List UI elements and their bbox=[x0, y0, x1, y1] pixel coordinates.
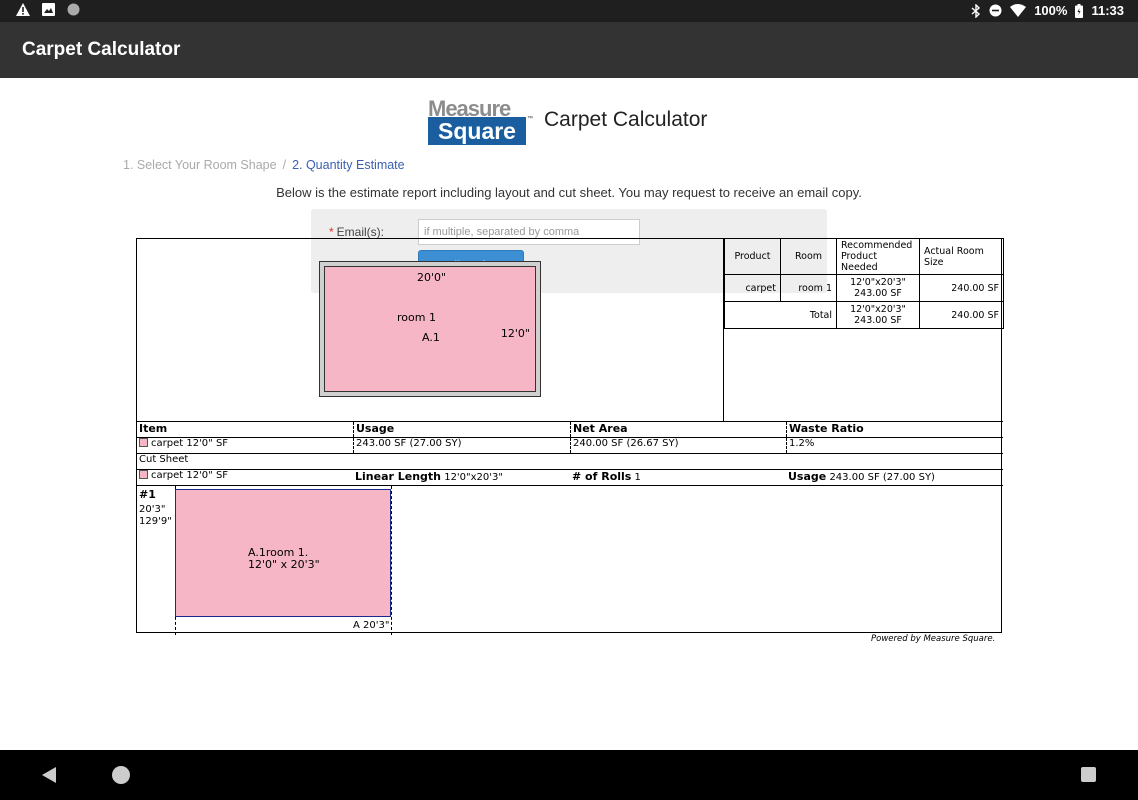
cut-guide-line bbox=[391, 486, 392, 635]
app-bar: Carpet Calculator bbox=[0, 22, 1138, 78]
table-row: carpet room 1 12'0"x20'3" 243.00 SF 240.0… bbox=[724, 274, 1004, 302]
roll-number: #1 bbox=[139, 488, 156, 501]
summary-table: Product Room Recommended Product Needed … bbox=[723, 238, 1004, 421]
piece-length: A 20'3" bbox=[353, 620, 390, 631]
roll-dim-1: 20'3" bbox=[139, 504, 166, 515]
summary-header-room: Room bbox=[780, 238, 837, 275]
items-row: carpet 12'0" SF 243.00 SF (27.00 SY) 240… bbox=[137, 437, 1003, 453]
battery-percent: 100% bbox=[1034, 3, 1068, 18]
navigation-bar bbox=[0, 750, 1138, 800]
intro-text: Below is the estimate report including l… bbox=[276, 185, 862, 200]
breadcrumb: 1. Select Your Room Shape / 2. Quantity Es… bbox=[123, 158, 405, 172]
breadcrumb-step-1[interactable]: 1. Select Your Room Shape bbox=[123, 158, 277, 172]
do-not-disturb-icon bbox=[989, 4, 1002, 17]
recents-icon[interactable] bbox=[1081, 767, 1096, 782]
room-name: room 1 bbox=[397, 311, 436, 324]
measure-square-logo: Measure Square ™ bbox=[428, 96, 533, 145]
battery-icon bbox=[1075, 3, 1084, 18]
summary-header-needed: Recommended Product Needed bbox=[836, 238, 920, 275]
table-row: Total 12'0"x20'3" 243.00 SF 240.00 SF bbox=[724, 301, 1004, 329]
cut-sheet-title-row: Cut Sheet bbox=[137, 453, 1003, 469]
wifi-icon bbox=[1010, 4, 1027, 17]
room-width-label: 20'0" bbox=[417, 271, 447, 284]
summary-header-actual: Actual Room Size bbox=[919, 238, 1004, 275]
email-label: * Email(s): bbox=[329, 225, 385, 239]
room-shape: 20'0" room 1 A.1 12'0" bbox=[324, 266, 536, 392]
page-title: Carpet Calculator bbox=[544, 108, 708, 131]
room-code: A.1 bbox=[422, 331, 440, 344]
cut-piece: A.1room 1. 12'0" x 20'3" bbox=[175, 489, 391, 617]
breadcrumb-step-2: 2. Quantity Estimate bbox=[292, 158, 405, 172]
back-icon[interactable] bbox=[42, 767, 56, 783]
circle-icon bbox=[67, 3, 80, 16]
powered-by: Powered by Measure Square. bbox=[871, 634, 996, 644]
cut-sheet-roll: #1 20'3" 129'9" A.1room 1. 12'0" x 20'3"… bbox=[137, 485, 1003, 635]
image-icon bbox=[42, 3, 55, 16]
warning-icon bbox=[16, 3, 30, 16]
required-mark: * bbox=[329, 225, 334, 239]
items-header-row: Item Usage Net Area Waste Ratio bbox=[137, 421, 1003, 437]
roll-dim-2: 129'9" bbox=[139, 516, 172, 527]
app-title: Carpet Calculator bbox=[22, 39, 181, 60]
clock: 11:33 bbox=[1091, 3, 1124, 18]
summary-header-product: Product bbox=[724, 238, 781, 275]
breadcrumb-separator: / bbox=[282, 158, 287, 172]
room-layout: 20'0" room 1 A.1 12'0" bbox=[319, 261, 541, 397]
carpet-swatch bbox=[139, 470, 148, 479]
home-icon[interactable] bbox=[112, 766, 130, 784]
status-bar: 100% 11:33 bbox=[0, 0, 1138, 22]
cut-sheet-summary-row: carpet 12'0" SF Linear Length 12'0"x20'3… bbox=[137, 469, 1003, 485]
bluetooth-icon bbox=[971, 3, 981, 18]
carpet-swatch bbox=[139, 438, 148, 447]
room-height-label: 12'0" bbox=[500, 327, 530, 340]
estimate-report: 20'0" room 1 A.1 12'0" Product Room Reco… bbox=[136, 238, 1004, 635]
